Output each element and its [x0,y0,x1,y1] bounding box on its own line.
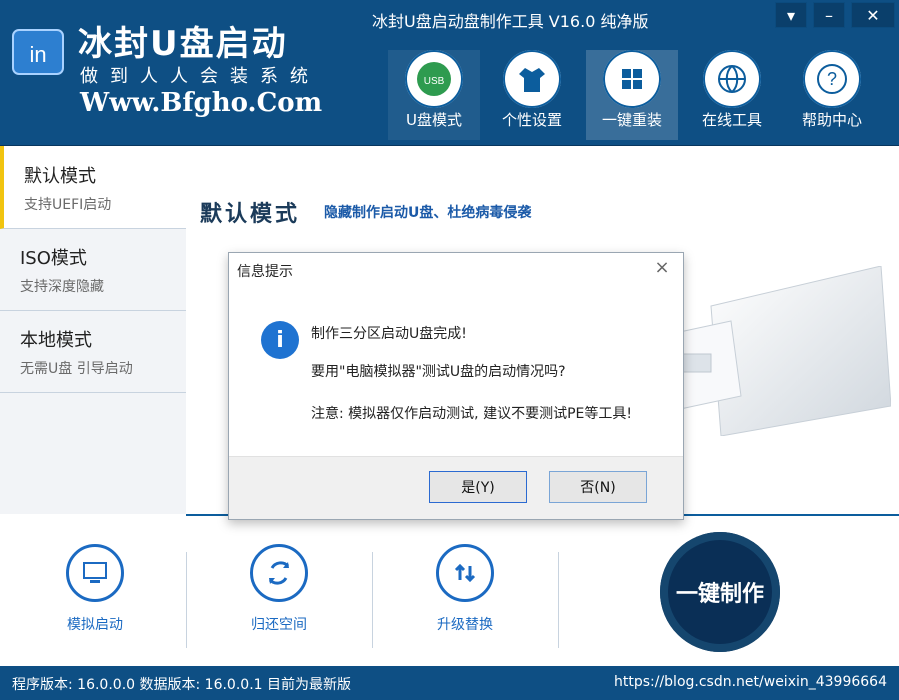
divider [558,552,559,648]
tool-label: 模拟启动 [67,617,123,633]
divider [372,552,373,648]
mode-sidebar: 默认模式 支持UEFI启动 ISO模式 支持深度隐藏 本地模式 无需U盘 引导启… [0,146,190,514]
brand-url: Www.Bfgho.Com [80,88,323,118]
logo-icon: in [12,29,64,75]
mode-description: 隐藏制作启动U盘、杜绝病毒侵袭 [324,205,532,221]
upgrade-icon [436,544,494,602]
nav-online-tools[interactable]: 在线工具 [686,50,778,140]
nav-personal-settings[interactable]: 个性设置 [486,50,578,140]
svg-text:?: ? [827,69,837,89]
bottom-toolbar: 模拟启动 归还空间 升级替换 一键制作 [0,516,899,666]
simulate-boot-button[interactable]: 模拟启动 [40,544,150,634]
window-controls: ▾ – ✕ [775,2,895,28]
nav-help-center[interactable]: ? 帮助中心 [786,50,878,140]
brand-name: 冰封U盘启动 [78,24,288,64]
nav-label: 一键重装 [601,111,662,129]
usb-icon: USB [405,50,463,108]
shirt-icon [503,50,561,108]
brand-slogan: 做到人人会装系统 [80,66,320,87]
upgrade-replace-button[interactable]: 升级替换 [410,544,520,634]
dropdown-icon: ▾ [786,5,796,25]
status-bar: 程序版本: 16.0.0.0 数据版本: 16.0.0.1 目前为最新版 htt… [0,666,899,700]
tool-label: 归还空间 [251,617,307,633]
yes-button[interactable]: 是(Y) [429,471,527,503]
monitor-icon [66,544,124,602]
sidebar-item-title: 本地模式 [20,330,92,351]
dialog-message-line-1: 制作三分区启动U盘完成! [311,326,467,342]
sidebar-item-subtitle: 支持深度隐藏 [20,279,104,295]
minimize-button[interactable]: – [813,2,845,28]
dialog-message-line-3: 注意: 模拟器仅作启动测试, 建议不要测试PE等工具! [311,406,632,422]
close-icon: ✕ [866,5,880,25]
restore-space-button[interactable]: 归还空间 [224,544,334,634]
one-click-make-button[interactable]: 一键制作 [660,532,780,652]
nav-usb-mode[interactable]: USB U盘模式 [388,50,480,140]
sidebar-item-iso-mode[interactable]: ISO模式 支持深度隐藏 [0,228,186,311]
sidebar-item-subtitle: 无需U盘 引导启动 [20,361,133,377]
sidebar-item-local-mode[interactable]: 本地模式 无需U盘 引导启动 [0,310,186,393]
close-button[interactable]: ✕ [851,2,895,28]
nav-label: 帮助中心 [801,111,862,129]
sidebar-item-default-mode[interactable]: 默认模式 支持UEFI启动 [0,146,190,229]
info-dialog: 信息提示 × i 制作三分区启动U盘完成! 要用"电脑模拟器"测试U盘的启动情况… [228,252,684,520]
mode-title: 默认模式 [200,202,301,227]
watermark-url: https://blog.csdn.net/weixin_43996664 [613,674,887,690]
nav-label: 在线工具 [701,111,762,129]
tool-label: 升级替换 [437,617,493,633]
refresh-icon [250,544,308,602]
sidebar-item-subtitle: 支持UEFI启动 [24,197,112,213]
dropdown-button[interactable]: ▾ [775,2,807,28]
minimize-icon: – [825,5,833,25]
globe-icon [703,50,761,108]
nav-one-click-reinstall[interactable]: 一键重装 [586,50,678,140]
dialog-message-line-2: 要用"电脑模拟器"测试U盘的启动情况吗? [311,364,566,380]
window-title: 冰封U盘启动盘制作工具 V16.0 纯净版 [372,12,649,31]
close-icon[interactable]: × [653,259,671,277]
svg-text:USB: USB [424,76,445,87]
app-header: 冰封U盘启动盘制作工具 V16.0 纯净版 ▾ – ✕ in 冰封U盘启动 做到… [0,0,899,146]
divider [186,552,187,648]
help-icon: ? [803,50,861,108]
dialog-footer: 是(Y) 否(N) [229,456,683,519]
info-icon: i [261,321,299,359]
brand-logo: in 冰封U盘启动 做到人人会装系统 Www.Bfgho.Com [8,12,368,132]
svg-text:in: in [29,42,46,67]
usb-stick-illustration [660,266,891,436]
version-info: 程序版本: 16.0.0.0 数据版本: 16.0.0.1 目前为最新版 [12,677,352,693]
sidebar-item-title: ISO模式 [20,248,87,269]
nav-label: U盘模式 [406,111,462,129]
nav-label: 个性设置 [501,111,562,129]
sidebar-item-title: 默认模式 [24,166,96,187]
windows-icon [603,50,661,108]
no-button[interactable]: 否(N) [549,471,647,503]
dialog-title: 信息提示 [237,264,293,280]
